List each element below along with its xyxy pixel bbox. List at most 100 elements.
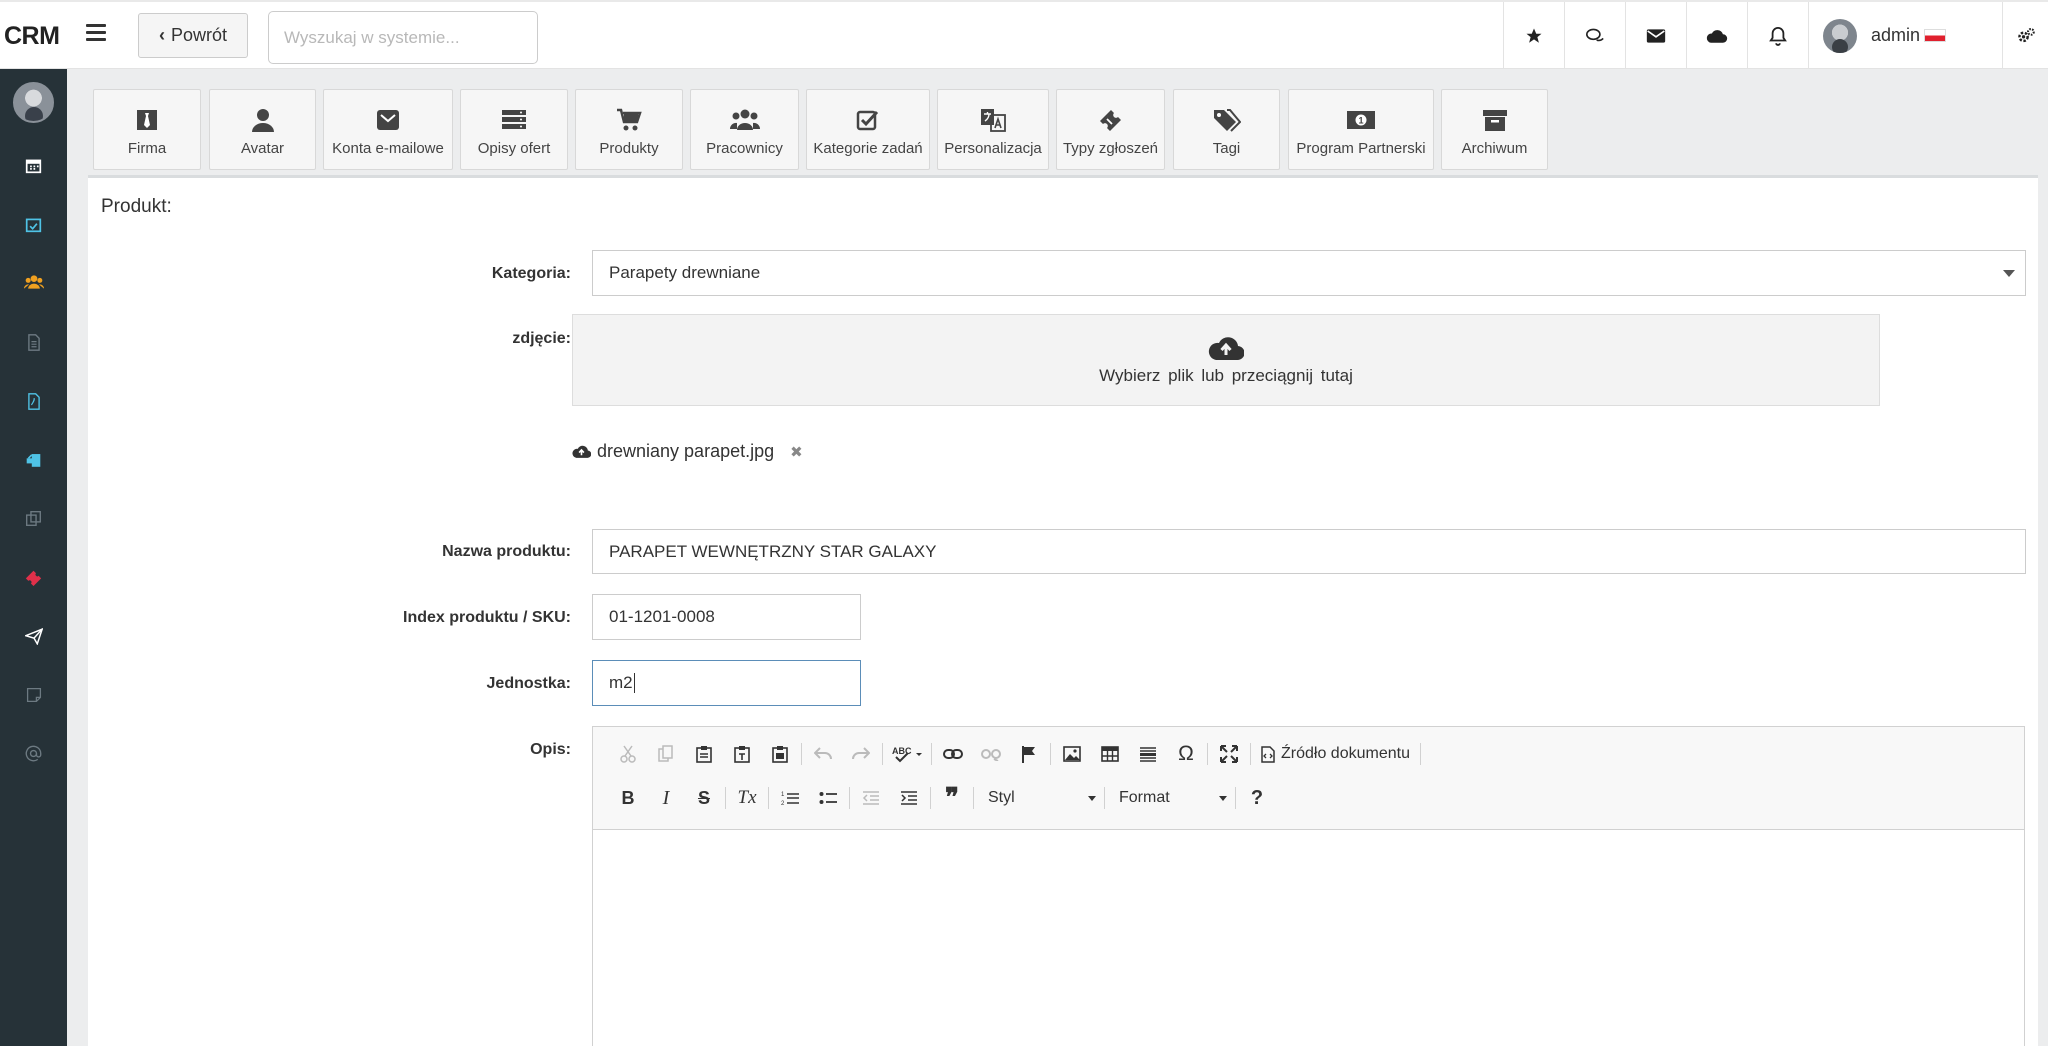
file-name[interactable]: drewniany parapet.jpg — [597, 441, 774, 462]
source-doc-icon — [1261, 745, 1275, 763]
category-label: Kategoria: — [491, 265, 571, 282]
module-opisy-ofert[interactable]: Opisy ofert — [460, 89, 568, 170]
menu-toggle-icon[interactable] — [86, 24, 106, 44]
category-select[interactable]: Parapety drewniane — [592, 250, 2026, 296]
editor-content-area[interactable] — [593, 830, 2024, 1046]
module-label: Opisy ofert — [477, 140, 551, 157]
paste-icon[interactable] — [685, 738, 723, 770]
maximize-icon[interactable] — [1210, 738, 1248, 770]
pdf-icon[interactable] — [0, 381, 67, 421]
paper-plane-icon[interactable] — [0, 616, 67, 656]
ticket-icon[interactable] — [0, 557, 67, 597]
module-label: Firma — [127, 140, 167, 157]
page-title: Produkt: — [101, 196, 172, 217]
avatar — [1823, 18, 1857, 53]
mail-icon[interactable] — [1625, 2, 1686, 69]
remove-format-icon[interactable]: Tx — [728, 782, 766, 814]
module-produkty[interactable]: Produkty — [575, 89, 683, 170]
brand-logo[interactable]: CRM — [4, 22, 60, 51]
strikethrough-icon[interactable]: S — [685, 782, 723, 814]
module-kategorie-zadan[interactable]: Kategorie zadań — [806, 89, 930, 170]
unlink-icon[interactable] — [972, 738, 1010, 770]
help-icon[interactable]: ? — [1238, 782, 1276, 814]
indent-icon[interactable] — [890, 782, 928, 814]
redo-icon[interactable] — [842, 738, 880, 770]
chat-icon[interactable] — [1564, 2, 1625, 69]
horizontal-line-icon[interactable] — [1129, 738, 1167, 770]
user-menu[interactable]: admin — [1808, 2, 2002, 69]
cut-icon[interactable] — [609, 738, 647, 770]
money-icon: 1 — [1346, 106, 1376, 134]
sidebar-avatar[interactable] — [13, 82, 54, 123]
module-archiwum[interactable]: Archiwum — [1441, 89, 1548, 170]
calendar-icon[interactable] — [0, 145, 67, 185]
back-button[interactable]: ‹ Powrót — [138, 13, 248, 58]
anchor-flag-icon[interactable] — [1010, 738, 1048, 770]
bell-icon[interactable] — [1747, 2, 1808, 69]
sku-input[interactable]: 01-1201-0008 — [592, 594, 861, 640]
ticket-icon — [1098, 106, 1124, 134]
module-label: Produkty — [599, 140, 659, 157]
module-personalizacja[interactable]: Personalizacja — [937, 89, 1049, 170]
blockquote-icon[interactable]: ❞ — [933, 782, 971, 814]
module-tagi[interactable]: Tagi — [1173, 89, 1280, 170]
bulleted-list-icon[interactable] — [809, 782, 847, 814]
module-avatar[interactable]: Avatar — [209, 89, 316, 170]
toolbar-separator — [930, 787, 931, 809]
paste-word-icon[interactable] — [761, 738, 799, 770]
undo-icon[interactable] — [804, 738, 842, 770]
toolbar-separator — [931, 743, 932, 765]
toolbar-separator — [801, 743, 802, 765]
file-dropzone[interactable]: Wybierz plik lub przeciągnij tutaj — [572, 314, 1880, 406]
module-firma[interactable]: Firma — [93, 89, 201, 170]
at-icon[interactable] — [0, 733, 67, 773]
svg-text:2: 2 — [781, 801, 785, 806]
envelope-icon — [376, 106, 400, 134]
module-pracownicy[interactable]: Pracownicy — [690, 89, 799, 170]
style-select[interactable]: Styl — [976, 782, 1102, 814]
module-typy-zgloszen[interactable]: Typy zgłoszeń — [1056, 89, 1165, 170]
module-label: Program Partnerski — [1296, 140, 1426, 157]
product-name-label: Nazwa produktu: — [442, 543, 571, 560]
clipboard-icon[interactable] — [0, 440, 67, 480]
users-icon — [729, 106, 760, 134]
table-icon[interactable] — [1091, 738, 1129, 770]
remove-file-icon[interactable]: ✖ — [790, 443, 803, 461]
special-char-icon[interactable]: Ω — [1167, 738, 1205, 770]
outdent-icon[interactable] — [852, 782, 890, 814]
chevron-down-icon — [1219, 796, 1227, 801]
numbered-list-icon[interactable]: 12 — [771, 782, 809, 814]
paste-text-icon[interactable] — [723, 738, 761, 770]
archive-icon — [1482, 106, 1508, 134]
format-select[interactable]: Format — [1107, 782, 1233, 814]
product-name-input[interactable]: PARAPET WEWNĘTRZNY STAR GALAXY — [592, 529, 2026, 574]
module-konta-emailowe[interactable]: Konta e-mailowe — [323, 89, 453, 170]
chevron-down-icon — [1088, 796, 1096, 801]
star-icon[interactable] — [1503, 2, 1564, 69]
toolbar-separator — [1104, 787, 1105, 809]
spellcheck-icon[interactable]: ABC — [885, 738, 929, 770]
calendar-check-icon[interactable] — [0, 204, 67, 244]
module-label: Konta e-mailowe — [332, 140, 444, 157]
note-icon[interactable] — [0, 675, 67, 715]
users-icon[interactable] — [0, 262, 67, 302]
toolbar-separator — [1250, 743, 1251, 765]
copy-icon[interactable] — [0, 498, 67, 538]
image-icon[interactable] — [1053, 738, 1091, 770]
photo-label: zdjęcie: — [512, 330, 571, 347]
cart-icon — [616, 106, 642, 134]
italic-icon[interactable]: I — [647, 782, 685, 814]
cloud-icon[interactable] — [1686, 2, 1747, 69]
module-program-partnerski[interactable]: 1 Program Partnerski — [1288, 89, 1434, 170]
bold-icon[interactable]: B — [609, 782, 647, 814]
link-icon[interactable] — [934, 738, 972, 770]
unit-input[interactable]: m2 — [592, 660, 861, 706]
source-button[interactable]: Źródło dokumentu — [1253, 738, 1418, 770]
search-input[interactable] — [268, 11, 538, 64]
document-icon[interactable] — [0, 322, 67, 362]
copy-icon[interactable] — [647, 738, 685, 770]
module-label: Pracownicy — [706, 140, 783, 157]
sku-value: 01-1201-0008 — [609, 607, 715, 626]
gears-icon[interactable] — [2002, 2, 2048, 69]
check-square-icon — [856, 106, 880, 134]
